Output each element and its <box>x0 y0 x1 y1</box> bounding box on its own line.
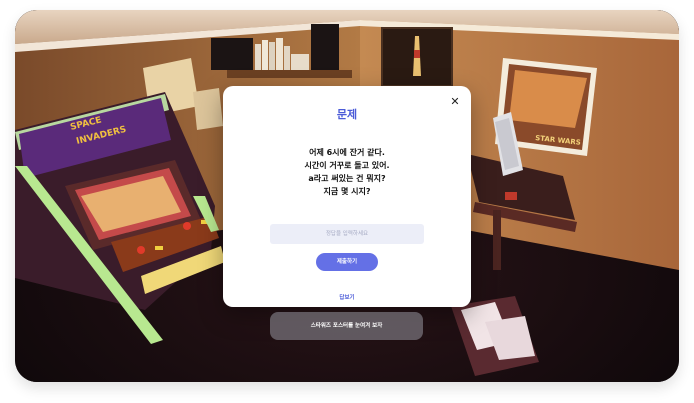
game-frame: STAR WARS SPACE INVADERS 문제 ✕ 어제 6시에 잔거 … <box>15 10 679 382</box>
question-line: 어제 6시에 잔거 같다. <box>309 148 385 157</box>
question-line: 시간이 거꾸로 돌고 있어. <box>304 161 390 170</box>
speaker-left <box>211 38 253 70</box>
question-line: a라고 써있는 건 뭐지? <box>308 174 386 183</box>
question-line: 지금 몇 시지? <box>323 187 371 196</box>
submit-button[interactable]: 제출하기 <box>316 253 378 271</box>
speaker-right <box>311 24 339 70</box>
modal-title: 문제 <box>336 108 358 121</box>
close-icon[interactable]: ✕ <box>449 96 461 108</box>
hint-button[interactable]: 스타워즈 포스터를 눈여겨 보자 <box>270 312 423 340</box>
question-modal: 문제 ✕ 어제 6시에 잔거 같다. 시간이 거꾸로 돌고 있어. a라고 써있… <box>223 86 471 307</box>
question-text: 어제 6시에 잔거 같다. 시간이 거꾸로 돌고 있어. a라고 써있는 건 뭐… <box>223 146 471 198</box>
answer-input[interactable] <box>270 224 424 244</box>
show-answer-link[interactable]: 답보기 <box>223 293 471 301</box>
